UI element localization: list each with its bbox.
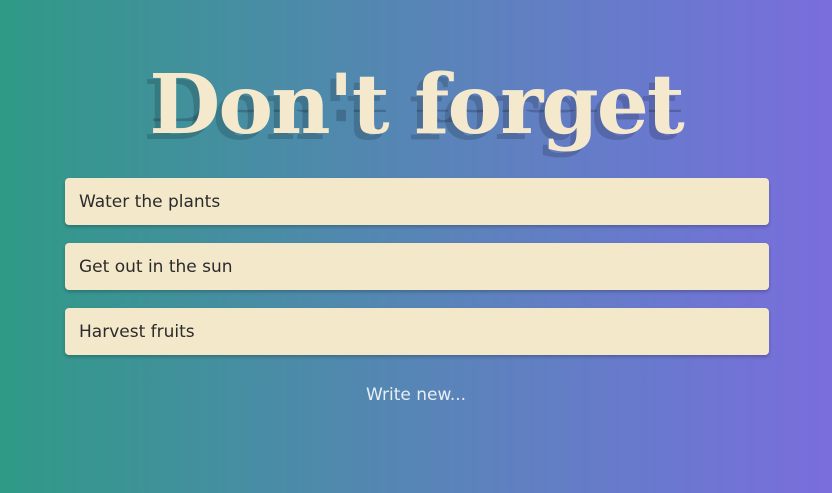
page-title: Don't forget bbox=[149, 57, 685, 153]
todo-item-text: Harvest fruits bbox=[79, 321, 195, 342]
todo-list: Water the plants Get out in the sun Harv… bbox=[65, 178, 769, 373]
write-new-button[interactable]: Write new... bbox=[0, 385, 832, 405]
todo-item-text: Get out in the sun bbox=[79, 256, 233, 277]
todo-item[interactable]: Get out in the sun bbox=[65, 243, 769, 290]
todo-item-text: Water the plants bbox=[79, 191, 221, 212]
todo-item[interactable]: Harvest fruits bbox=[65, 308, 769, 355]
todo-item[interactable]: Water the plants bbox=[65, 178, 769, 225]
page-header: Don't forget Don't forget bbox=[0, 50, 832, 190]
